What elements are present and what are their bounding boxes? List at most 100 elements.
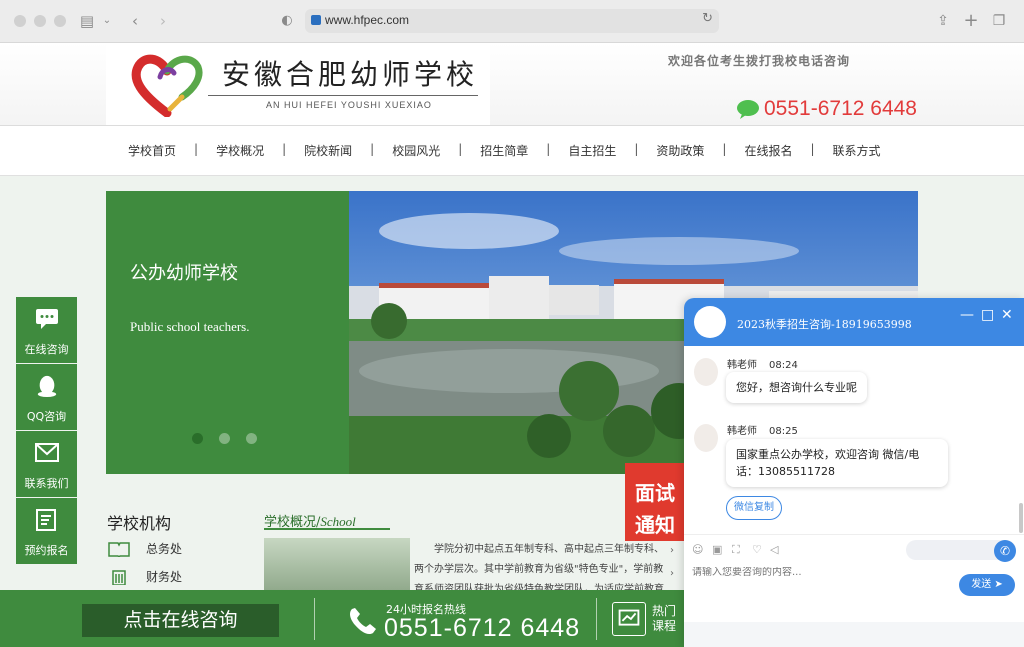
minimize-window-button[interactable] (34, 15, 46, 27)
nav-list: 学校首页 | 学校概况 | 院校新闻 | 校园风光 | 招生简章 | 自主招生 | 资助政策… (110, 142, 899, 159)
browser-toolbar: ▤ ⌄ ‹ › ◐ www.hfpec.com ↻ ⇪ + ❐ (0, 0, 1024, 43)
chat-header: 2023秋季招生咨询-18919653998 — □ ✕ (684, 298, 1024, 346)
message-meta: 韩老师 08:24 (727, 356, 798, 371)
header-phone: 0551-6712 6448 (736, 97, 917, 121)
address-bar[interactable]: www.hfpec.com ↻ (305, 9, 719, 33)
hotline-number[interactable]: 0551-6712 6448 (384, 614, 580, 643)
nav-item-online-apply[interactable]: 在线报名 (726, 142, 810, 159)
chevron-right-icon[interactable]: › (670, 545, 674, 556)
school-name-en: AN HUI HEFEI YOUSHI XUEXIAO (266, 100, 432, 110)
banner-pagination (192, 433, 257, 444)
nav-item-campus[interactable]: 校园风光 (374, 142, 458, 159)
school-intro-title-en: School (320, 514, 356, 529)
interview-notice-badge[interactable]: 面试通知 (625, 463, 685, 541)
hot-course-link[interactable]: 热门课程 (652, 604, 682, 634)
message-time: 08:24 (769, 360, 798, 371)
agent-avatar (694, 306, 726, 338)
back-arrow-icon[interactable]: ‹ (124, 10, 146, 32)
phone-call-button[interactable]: ✆ (994, 540, 1016, 562)
nav-item-financial-aid[interactable]: 资助政策 (638, 142, 722, 159)
sidebar-item-label: 在线咨询 (24, 343, 69, 356)
online-consult-button[interactable]: 点击在线咨询 (82, 604, 279, 637)
sidebar-item-qq-consult[interactable]: QQ咨询 (16, 364, 77, 430)
school-intro-image[interactable] (264, 538, 410, 592)
minimize-icon[interactable]: — (960, 307, 974, 323)
tabs-overview-icon[interactable]: ❐ (988, 10, 1010, 32)
building-icon (112, 569, 126, 585)
course-chart-icon (612, 602, 646, 636)
logo-divider (208, 95, 478, 96)
chevron-down-icon[interactable]: ⌄ (96, 10, 118, 32)
sidebar-item-label: 联系我们 (24, 477, 69, 490)
site-header: 安徽合肥幼师学校 AN HUI HEFEI YOUSHI XUEXIAO 欢迎各… (0, 43, 1024, 126)
image-icon[interactable]: ▣ (712, 543, 722, 556)
floating-sidebar: 在线咨询 QQ咨询 联系我们 预约报名 (16, 297, 77, 565)
message-bubble: 国家重点公办学校，欢迎咨询 微信/电话：13085511728 (726, 439, 948, 487)
message-time: 08:25 (769, 426, 798, 437)
nav-item-home[interactable]: 学校首页 (110, 142, 194, 159)
chat-title: 2023秋季招生咨询-18919653998 (737, 318, 912, 331)
chat-footer (684, 622, 1024, 647)
message-meta: 韩老师 08:25 (727, 422, 798, 437)
school-intro-underline (264, 528, 390, 530)
agent-avatar (694, 424, 718, 452)
send-arrow-icon: ➤ (994, 579, 1003, 590)
close-icon[interactable]: ✕ (1001, 307, 1013, 323)
welcome-text: 欢迎各位考生拨打我校电话咨询 (668, 54, 851, 68)
org-item-general-affairs[interactable]: 总务处 (108, 540, 182, 557)
send-label: 发送 (971, 579, 992, 590)
wechat-copy-button[interactable]: 微信复制 (726, 496, 782, 520)
sidebar-item-appointment[interactable]: 预约报名 (16, 498, 77, 564)
sidebar-toggle-icon[interactable]: ▤ (76, 10, 98, 32)
nav-item-self-enrollment[interactable]: 自主招生 (550, 142, 634, 159)
school-name-cn: 安徽合肥幼师学校 (222, 58, 479, 91)
form-icon (36, 509, 56, 531)
url-text: www.hfpec.com (325, 13, 410, 27)
sidebar-item-label: 预约报名 (24, 544, 69, 557)
divider (596, 598, 597, 640)
sidebar-item-label: QQ咨询 (26, 410, 67, 423)
reload-icon[interactable]: ↻ (702, 11, 713, 26)
message-bubble: 您好，想咨询什么专业呢 (726, 372, 867, 403)
nav-item-contact[interactable]: 联系方式 (815, 142, 899, 159)
nav-item-admission-guide[interactable]: 招生简章 (462, 142, 546, 159)
shield-icon[interactable]: ◐ (276, 10, 298, 32)
envelope-icon (35, 443, 59, 462)
school-logo[interactable]: 安徽合肥幼师学校 AN HUI HEFEI YOUSHI XUEXIAO (106, 43, 490, 125)
share-icon[interactable]: ⇪ (932, 10, 954, 32)
new-tab-icon[interactable]: + (960, 10, 982, 32)
chevron-right-icon[interactable]: › (670, 568, 674, 579)
speaker-icon[interactable]: ◁ (770, 543, 778, 556)
maximize-window-button[interactable] (54, 15, 66, 27)
rating-icon[interactable]: ♡ (752, 543, 762, 556)
header-phone-number: 0551-6712 6448 (764, 97, 917, 120)
close-window-button[interactable] (14, 15, 26, 27)
banner-dot[interactable] (246, 433, 257, 444)
wechat-bubble-icon (737, 100, 759, 119)
org-item-label: 总务处 (146, 542, 183, 556)
chat-scrollbar[interactable] (1019, 503, 1023, 533)
screenshot-icon[interactable]: ⛶ (732, 543, 740, 557)
org-item-finance[interactable]: 财务处 (108, 568, 182, 585)
heart-logo-icon (131, 54, 203, 117)
sidebar-item-online-consult[interactable]: 在线咨询 (16, 297, 77, 363)
chat-bubble-icon (36, 309, 58, 329)
banner-subtitle: Public school teachers. (130, 319, 250, 334)
banner-dot[interactable] (219, 433, 230, 444)
banner-text-panel: 公办幼师学校 Public school teachers. (106, 191, 349, 474)
sidebar-item-contact[interactable]: 联系我们 (16, 431, 77, 497)
nav-item-overview[interactable]: 学校概况 (198, 142, 282, 159)
emoji-icon[interactable]: ☺ (692, 543, 703, 556)
banner-dot[interactable] (192, 433, 203, 444)
agent-avatar (694, 358, 718, 386)
phone-icon (350, 608, 376, 635)
nav-item-news[interactable]: 院校新闻 (286, 142, 370, 159)
maximize-icon[interactable]: □ (981, 307, 994, 323)
chat-input[interactable] (692, 567, 952, 578)
send-button[interactable]: 发送 ➤ (959, 574, 1015, 596)
book-icon (108, 541, 130, 557)
org-item-label: 财务处 (146, 570, 183, 584)
window-controls (14, 15, 66, 27)
banner-title: 公办幼师学校 (130, 263, 238, 284)
forward-arrow-icon[interactable]: › (152, 10, 174, 32)
